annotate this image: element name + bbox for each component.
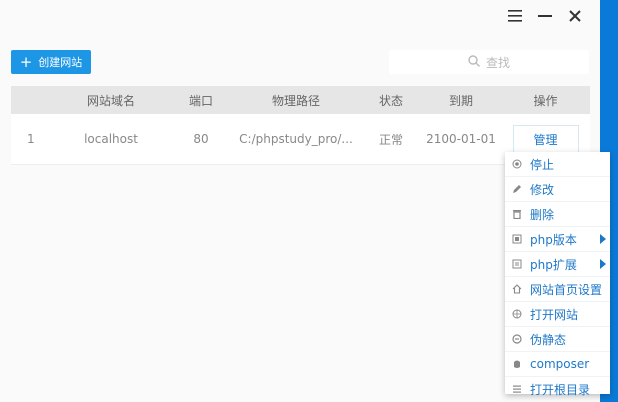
globe-icon (511, 308, 523, 320)
trash-icon (511, 208, 523, 220)
manage-button[interactable]: 管理 (512, 125, 579, 153)
create-site-button[interactable]: + 创建网站 (11, 50, 91, 74)
header-expiry: 到期 (448, 93, 473, 108)
toolbar: + 创建网站 查找 (11, 50, 590, 76)
header-domain: 网站域名 (86, 93, 135, 108)
window-controls (500, 7, 590, 27)
row-expiry: 2100-01-01 (426, 132, 496, 146)
menu-item-composer[interactable]: composer (505, 352, 610, 377)
submenu-arrow-icon (600, 259, 606, 269)
home-icon (511, 283, 523, 295)
row-index: 1 (27, 132, 35, 146)
menu-item-label: composer (530, 357, 590, 371)
menu-item-open-site[interactable]: 打开网站 (505, 302, 610, 327)
search-input[interactable]: 查找 (389, 50, 589, 74)
header-status: 状态 (378, 93, 403, 108)
row-actions: 管理 (501, 125, 590, 153)
menu-item-label: 网站首页设置 (530, 282, 603, 297)
menu-item-label: 伪静态 (530, 332, 567, 347)
close-icon (569, 9, 581, 25)
menu-item-open-root-dir[interactable]: 打开根目录 (505, 377, 610, 401)
menu-item-label: 删除 (530, 207, 555, 222)
table-row[interactable]: 1 localhost 80 C:/phpstudy_pro/... 正常 21… (11, 114, 590, 165)
submenu-arrow-icon (600, 234, 606, 244)
search-icon (468, 54, 480, 70)
row-status: 正常 (378, 132, 403, 147)
menu-item-label: 修改 (530, 182, 555, 197)
composer-icon (511, 358, 523, 370)
menu-item-label: php版本 (530, 232, 577, 247)
row-port: 80 (193, 132, 209, 146)
search-placeholder: 查找 (485, 55, 510, 70)
hamburger-icon (508, 9, 522, 25)
plus-icon: + (19, 52, 33, 71)
menu-item-edit[interactable]: 修改 (505, 177, 610, 202)
menu-item-label: 停止 (530, 157, 555, 172)
create-site-label: 创建网站 (38, 56, 83, 69)
minimize-icon (538, 10, 552, 25)
rewrite-icon (511, 333, 523, 345)
minimize-button[interactable] (530, 7, 560, 27)
menu-item-homepage-settings[interactable]: 网站首页设置 (505, 277, 610, 302)
stop-icon (511, 158, 523, 170)
edit-icon (511, 183, 523, 195)
header-port: 端口 (188, 93, 213, 108)
row-domain: localhost (84, 132, 138, 146)
menu-item-php-extension[interactable]: php扩展 (505, 252, 610, 277)
menu-item-rewrite[interactable]: 伪静态 (505, 327, 610, 352)
menu-item-label: 打开根目录 (530, 382, 591, 397)
close-button[interactable] (560, 7, 590, 27)
list-icon (511, 383, 523, 395)
menu-button[interactable] (500, 7, 530, 27)
manage-dropdown-menu: 停止 修改 删除 php版本 php扩展 网站首页设置 打开网站 伪静态 com… (505, 152, 610, 397)
menu-item-label: php扩展 (530, 257, 577, 272)
sites-table: 网站域名 端口 物理路径 状态 到期 操作 1 localhost 80 C:/… (11, 86, 590, 165)
header-path: 物理路径 (271, 93, 320, 108)
row-path: C:/phpstudy_pro/... (239, 132, 353, 146)
menu-item-stop[interactable]: 停止 (505, 152, 610, 177)
php-extension-icon (511, 258, 523, 270)
php-version-icon (511, 233, 523, 245)
table-header: 网站域名 端口 物理路径 状态 到期 操作 (11, 86, 590, 114)
menu-item-delete[interactable]: 删除 (505, 202, 610, 227)
website-manager-window: + 创建网站 查找 网站域名 端口 物理路径 状态 到期 操作 1 localh… (0, 0, 610, 402)
menu-item-label: 打开网站 (530, 307, 579, 322)
menu-item-php-version[interactable]: php版本 (505, 227, 610, 252)
header-actions: 操作 (533, 93, 558, 108)
